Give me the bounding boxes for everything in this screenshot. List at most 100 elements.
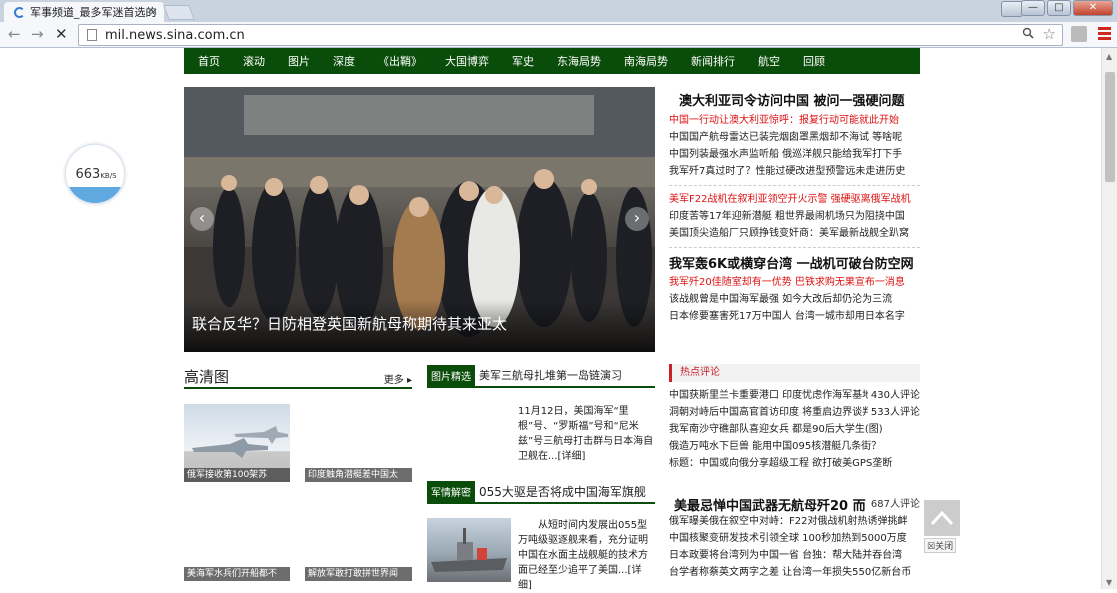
comment-count: 533人评论 — [867, 404, 920, 421]
window-controls: — □ ✕ — [1021, 0, 1113, 18]
new-tab-button[interactable] — [163, 5, 195, 20]
site-nav: 首页 滚动 图片 深度 《出鞘》 大国博弈 军史 东海局势 南海局势 新闻排行 航空 回顾 — [184, 48, 920, 74]
gallery-caption[interactable]: 俄军接收第100架苏 — [184, 468, 290, 482]
news-link[interactable]: 该战舰曾是中国海军最强 如今大改后却仍沦为三流 — [669, 291, 920, 308]
bookmark-star-icon[interactable]: ☆ — [1043, 25, 1056, 43]
news-link[interactable]: 台学者称蔡英文两字之差 让台湾一年损失550亿新台币 — [669, 564, 920, 581]
news-link[interactable]: 日本政要将台湾列为中国一省 台独：帮大陆并吞台湾 — [669, 547, 920, 564]
address-bar[interactable]: mil.news.sina.com.cn ☆ — [78, 24, 1063, 46]
loading-icon — [14, 6, 25, 18]
hot-comment-row: 俄造万吨水下巨兽 能用中国095核潜艇几条街？ — [669, 438, 920, 455]
photo-pick-header: 图片精选 美军三航母扎堆第一岛链演习 — [427, 364, 655, 388]
forward-button[interactable]: → — [31, 25, 44, 43]
gallery-title: 高清图 — [184, 368, 230, 386]
news-link[interactable]: 俄军曝美俄在叙空中对峙：F22对俄战机射热诱弹挑衅 — [669, 513, 920, 530]
scroll-down-icon[interactable]: ▼ — [1106, 578, 1112, 587]
scrollbar-thumb[interactable] — [1105, 72, 1115, 182]
hero-next-button[interactable]: › — [625, 207, 649, 231]
news-link[interactable]: 美国顶尖造船厂只顾挣钱变奸商：美军最新战舰全趴窝 — [669, 225, 920, 242]
nav-item[interactable]: 南海局势 — [624, 53, 668, 69]
hot-comment-row: 标题：中国或向俄分享超级工程 欲打破美GPS垄断 — [669, 455, 920, 472]
intel-thumb[interactable] — [427, 518, 511, 582]
hero-caption-bar: 联合反华？日防相登英国新航母称期待其来亚太 — [184, 300, 655, 352]
gallery-caption[interactable]: 美海军水兵们开船都不 — [184, 567, 290, 581]
tab-close-icon[interactable]: × — [149, 5, 158, 18]
news-link[interactable]: 中国国产航母雷达已装完烟囱罩黑烟却不海试 等啥呢 — [669, 129, 920, 146]
intel-summary: 从短时间内发展出055型万吨级驱逐舰来看，充分证明中国在水面主战舰艇的技术方面已… — [518, 520, 648, 591]
hero-prev-button[interactable]: ‹ — [190, 207, 214, 231]
minimize-button[interactable]: — — [1021, 0, 1045, 16]
nav-item[interactable]: 首页 — [198, 53, 220, 69]
chevron-up-icon — [930, 510, 954, 526]
right-news-column: 澳大利亚司令访问中国 被问一强硬问题 中国一行动让澳大利亚惊呼：报复行动可能就此… — [669, 90, 920, 325]
hot-comment-link[interactable]: 洞朝对峙后中国高官首访印度 将重启边界谈判 — [669, 407, 872, 418]
news-link[interactable]: 印度苦等17年迎新潜艇 粗世界最闹机场只为阻挠中国 — [669, 208, 920, 225]
hot-comment-link[interactable]: 标题：中国或向俄分享超级工程 欲打破美GPS垄断 — [669, 458, 892, 469]
headline-3[interactable]: 美最忌惮中国武器无航母歼20 而 — [669, 499, 866, 514]
nav-item[interactable]: 大国博弈 — [445, 53, 489, 69]
news-link[interactable]: 中国核聚变研发技术引领全球 100秒加热到5000万度 — [669, 530, 920, 547]
hot-comment-link[interactable]: 中国获斯里兰卡重要港口 印度忧虑作海军基地 — [669, 390, 872, 401]
nav-item[interactable]: 新闻排行 — [691, 53, 735, 69]
nav-item[interactable]: 滚动 — [243, 53, 265, 69]
nav-item[interactable]: 军史 — [512, 53, 534, 69]
page-icon — [87, 29, 97, 41]
hot-comment-row: 我军南沙守礁部队喜迎女兵 都是90后大学生(图) — [669, 421, 920, 438]
nav-item[interactable]: 航空 — [758, 53, 780, 69]
news-link[interactable]: 中国列装最强水声监听船 俄巡洋舰只能给我军打下手 — [669, 146, 920, 163]
tab-title: 军事频道_最多军迷首选的 — [30, 6, 157, 19]
magnifier-icon[interactable] — [1022, 27, 1034, 43]
nav-item[interactable]: 图片 — [288, 53, 310, 69]
back-button[interactable]: ← — [8, 25, 21, 43]
browser-tab[interactable]: 军事频道_最多军迷首选的 × — [4, 2, 164, 22]
browser-tab-strip: 军事频道_最多军迷首选的 × — □ ✕ — [0, 0, 1117, 22]
headline-1[interactable]: 澳大利亚司令访问中国 被问一强硬问题 — [669, 90, 920, 109]
maximize-button[interactable]: □ — [1047, 0, 1071, 16]
headline-3-block: 美最忌惮中国武器无航母歼20 而 687人评论 俄军曝美俄在叙空中对峙：F22对… — [669, 495, 920, 581]
stop-button[interactable]: ✕ — [55, 25, 68, 43]
url-text: mil.news.sina.com.cn — [105, 27, 245, 43]
divider — [669, 185, 920, 186]
gallery-caption[interactable]: 印度触角潜艇差中国太 — [305, 468, 412, 482]
photo-pick-summary: 11月12日，美国海军“里根”号、“罗斯福”号和“尼米兹”号三航母打击群与日本海… — [518, 406, 654, 462]
photo-pick-title[interactable]: 美军三航母扎堆第一岛链演习 — [479, 367, 622, 383]
hot-comment-row: 中国获斯里兰卡重要港口 印度忧虑作海军基地 430人评论 — [669, 387, 920, 404]
news-link[interactable]: 我军歼20佳随室却有一优势 巴铁求购无果宣布一消息 — [669, 274, 920, 291]
news-link[interactable]: 中国一行动让澳大利亚惊呼：报复行动可能就此开始 — [669, 112, 920, 129]
news-link[interactable]: 日本修要塞害死17万中国人 台湾一城市却用日本名字 — [669, 308, 920, 325]
nav-item[interactable]: 《出鞘》 — [378, 53, 422, 69]
hot-comments-list: 中国获斯里兰卡重要港口 印度忧虑作海军基地 430人评论洞朝对峙后中国高官首访印度… — [669, 387, 920, 472]
news-link[interactable]: 美军F22战机在叙利亚领空开火示警 强硬驱离俄军战机 — [669, 191, 920, 208]
nav-item[interactable]: 东海局势 — [557, 53, 601, 69]
news-link[interactable]: 我军歼7真过时了？性能过硬改进型预警远未走进历史 — [669, 163, 920, 180]
hero-slideshow[interactable]: ‹ › 联合反华？日防相登英国新航母称期待其来亚太 — [184, 87, 655, 352]
speed-widget[interactable]: 663KB/S — [65, 144, 125, 204]
nav-item[interactable]: 深度 — [333, 53, 355, 69]
page-scrollbar[interactable]: ▲ ▼ — [1101, 48, 1117, 589]
nav-item[interactable]: 回顾 — [803, 53, 825, 69]
headline-2[interactable]: 我军轰6K或横穿台湾 一战机可破台防空网 — [669, 253, 920, 272]
close-window-button[interactable]: ✕ — [1073, 0, 1113, 16]
scroll-up-icon[interactable]: ▲ — [1106, 52, 1112, 61]
more-link[interactable]: 更多 ▸ — [384, 371, 412, 386]
detail-link[interactable]: [详细] — [558, 451, 586, 462]
user-icon[interactable] — [1001, 1, 1023, 17]
hot-comment-link[interactable]: 俄造万吨水下巨兽 能用中国095核潜艇几条街？ — [669, 441, 881, 452]
photo-pick-tag: 图片精选 — [427, 365, 475, 386]
page-content: 首页 滚动 图片 深度 《出鞘》 大国博弈 军史 东海局势 南海局势 新闻排行 航空 回顾 663KB… — [0, 48, 1117, 591]
hot-comment-link[interactable]: 我军南沙守礁部队喜迎女兵 都是90后大学生(图) — [669, 424, 883, 435]
comment-count: 430人评论 — [867, 387, 920, 404]
menu-icon[interactable] — [1098, 27, 1111, 42]
speed-wave — [66, 187, 124, 203]
headline-3-count: 687人评论 — [870, 499, 920, 510]
extension-icon[interactable] — [1071, 26, 1087, 42]
close-back-to-top[interactable]: ☒关闭 — [924, 538, 957, 553]
hot-comments-title: 热点评论 — [669, 364, 920, 382]
browser-toolbar: ← → ✕ mil.news.sina.com.cn ☆ — [0, 22, 1117, 48]
intel-title[interactable]: 055大驱是否将成中国海军旗舰 — [479, 483, 646, 500]
gallery-caption[interactable]: 解放军敢打敢拼世界闻 — [305, 567, 412, 581]
back-to-top-button[interactable] — [924, 500, 960, 536]
intel-tag: 军情解密 — [427, 481, 475, 502]
hero-caption[interactable]: 联合反华？日防相登英国新航母称期待其来亚太 — [192, 313, 507, 334]
gallery-section-title: 高清图 更多 ▸ — [184, 366, 412, 389]
